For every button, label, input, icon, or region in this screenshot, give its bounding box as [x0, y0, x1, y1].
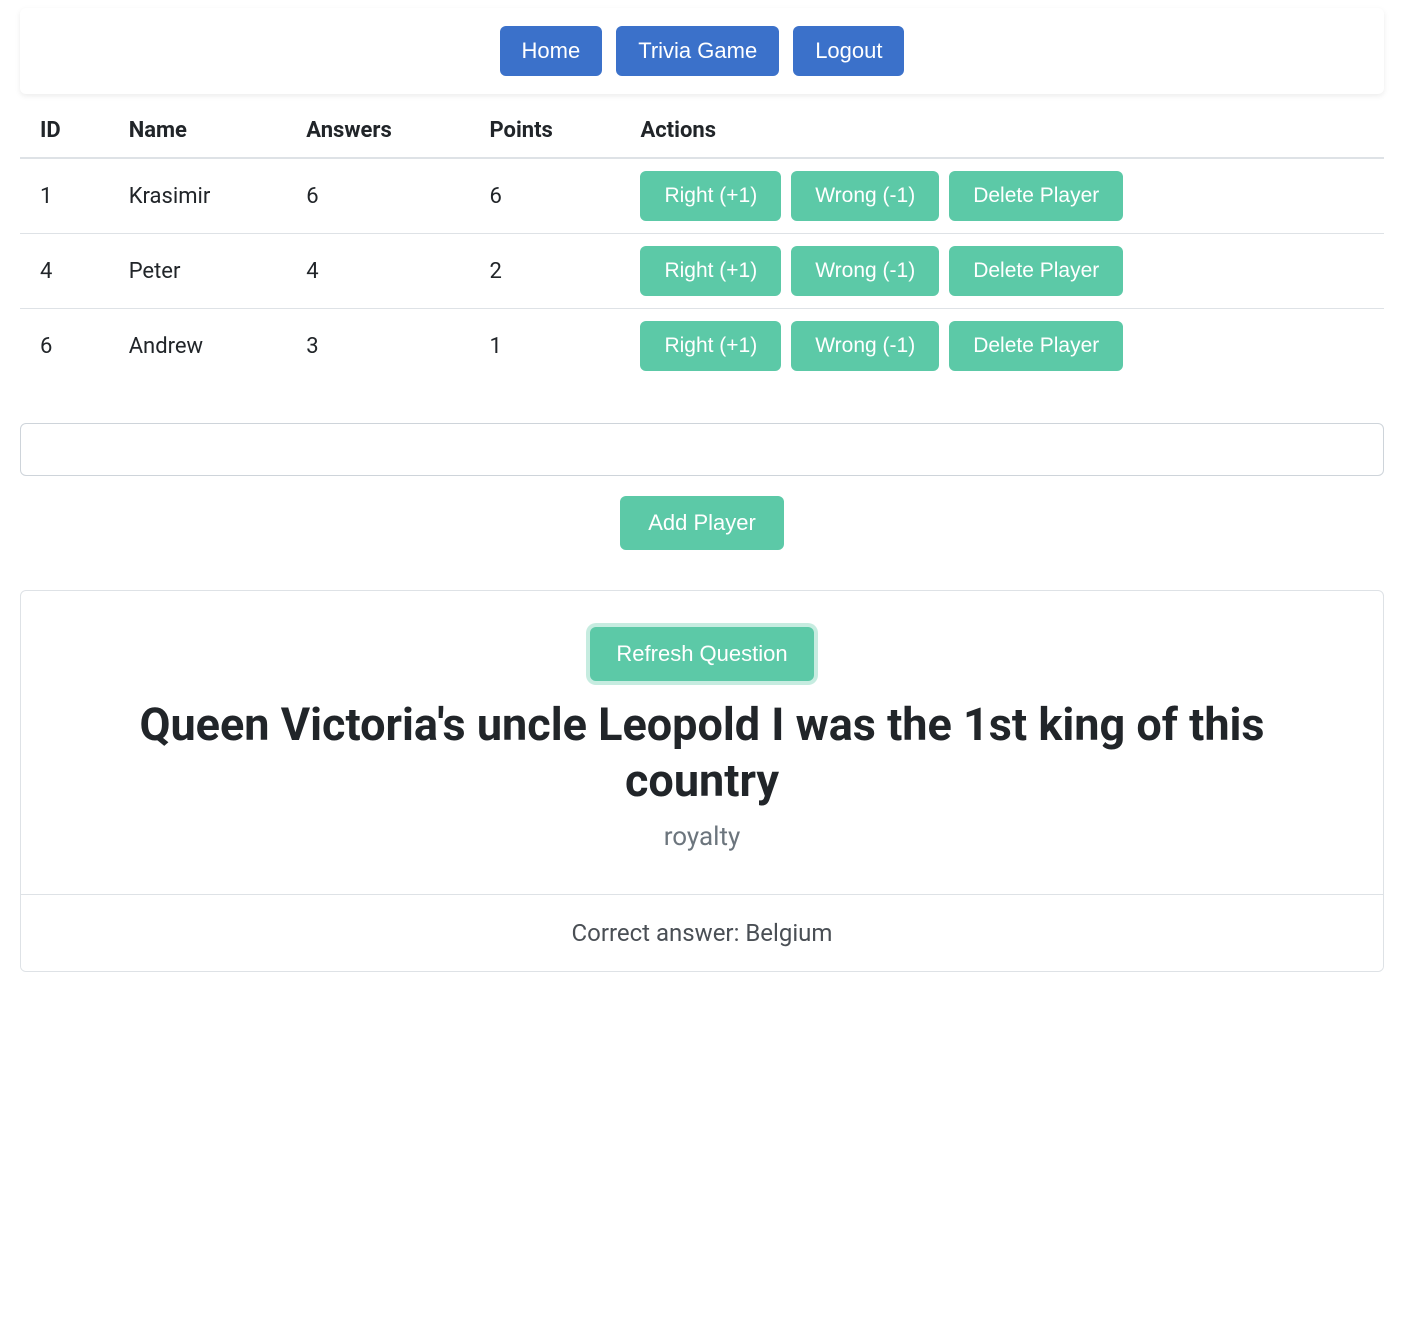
header-id: ID: [20, 104, 109, 158]
header-points: Points: [470, 104, 621, 158]
cell-actions: Right (+1)Wrong (-1)Delete Player: [620, 309, 1384, 384]
trivia-game-button[interactable]: Trivia Game: [616, 26, 779, 76]
right-button[interactable]: Right (+1): [640, 171, 781, 221]
wrong-button[interactable]: Wrong (-1): [791, 171, 939, 221]
cell-id: 4: [20, 234, 109, 309]
cell-name: Peter: [109, 234, 287, 309]
cell-answers: 3: [286, 309, 469, 384]
question-category: royalty: [61, 822, 1343, 852]
cell-points: 1: [470, 309, 621, 384]
home-button[interactable]: Home: [500, 26, 603, 76]
cell-answers: 6: [286, 158, 469, 234]
cell-name: Krasimir: [109, 158, 287, 234]
player-name-input[interactable]: [20, 423, 1384, 476]
right-button[interactable]: Right (+1): [640, 246, 781, 296]
cell-id: 1: [20, 158, 109, 234]
add-player-button[interactable]: Add Player: [620, 496, 784, 550]
cell-id: 6: [20, 309, 109, 384]
header-actions: Actions: [620, 104, 1384, 158]
logout-button[interactable]: Logout: [793, 26, 904, 76]
answer-value: Belgium: [745, 919, 832, 947]
right-button[interactable]: Right (+1): [640, 321, 781, 371]
header-answers: Answers: [286, 104, 469, 158]
cell-answers: 4: [286, 234, 469, 309]
cell-points: 2: [470, 234, 621, 309]
refresh-question-button[interactable]: Refresh Question: [590, 627, 813, 681]
delete-player-button[interactable]: Delete Player: [949, 171, 1123, 221]
answer-prefix: Correct answer:: [572, 919, 746, 947]
header-name: Name: [109, 104, 287, 158]
delete-player-button[interactable]: Delete Player: [949, 246, 1123, 296]
answer-footer: Correct answer: Belgium: [21, 894, 1383, 971]
question-text: Queen Victoria's uncle Leopold I was the…: [61, 697, 1343, 810]
wrong-button[interactable]: Wrong (-1): [791, 246, 939, 296]
table-row: 4Peter42Right (+1)Wrong (-1)Delete Playe…: [20, 234, 1384, 309]
cell-actions: Right (+1)Wrong (-1)Delete Player: [620, 158, 1384, 234]
question-card: Refresh Question Queen Victoria's uncle …: [20, 590, 1384, 972]
table-row: 1Krasimir66Right (+1)Wrong (-1)Delete Pl…: [20, 158, 1384, 234]
wrong-button[interactable]: Wrong (-1): [791, 321, 939, 371]
players-table: ID Name Answers Points Actions 1Krasimir…: [20, 104, 1384, 383]
add-player-section: Add Player: [20, 423, 1384, 550]
cell-points: 6: [470, 158, 621, 234]
navbar: Home Trivia Game Logout: [20, 8, 1384, 94]
cell-actions: Right (+1)Wrong (-1)Delete Player: [620, 234, 1384, 309]
table-row: 6Andrew31Right (+1)Wrong (-1)Delete Play…: [20, 309, 1384, 384]
cell-name: Andrew: [109, 309, 287, 384]
delete-player-button[interactable]: Delete Player: [949, 321, 1123, 371]
